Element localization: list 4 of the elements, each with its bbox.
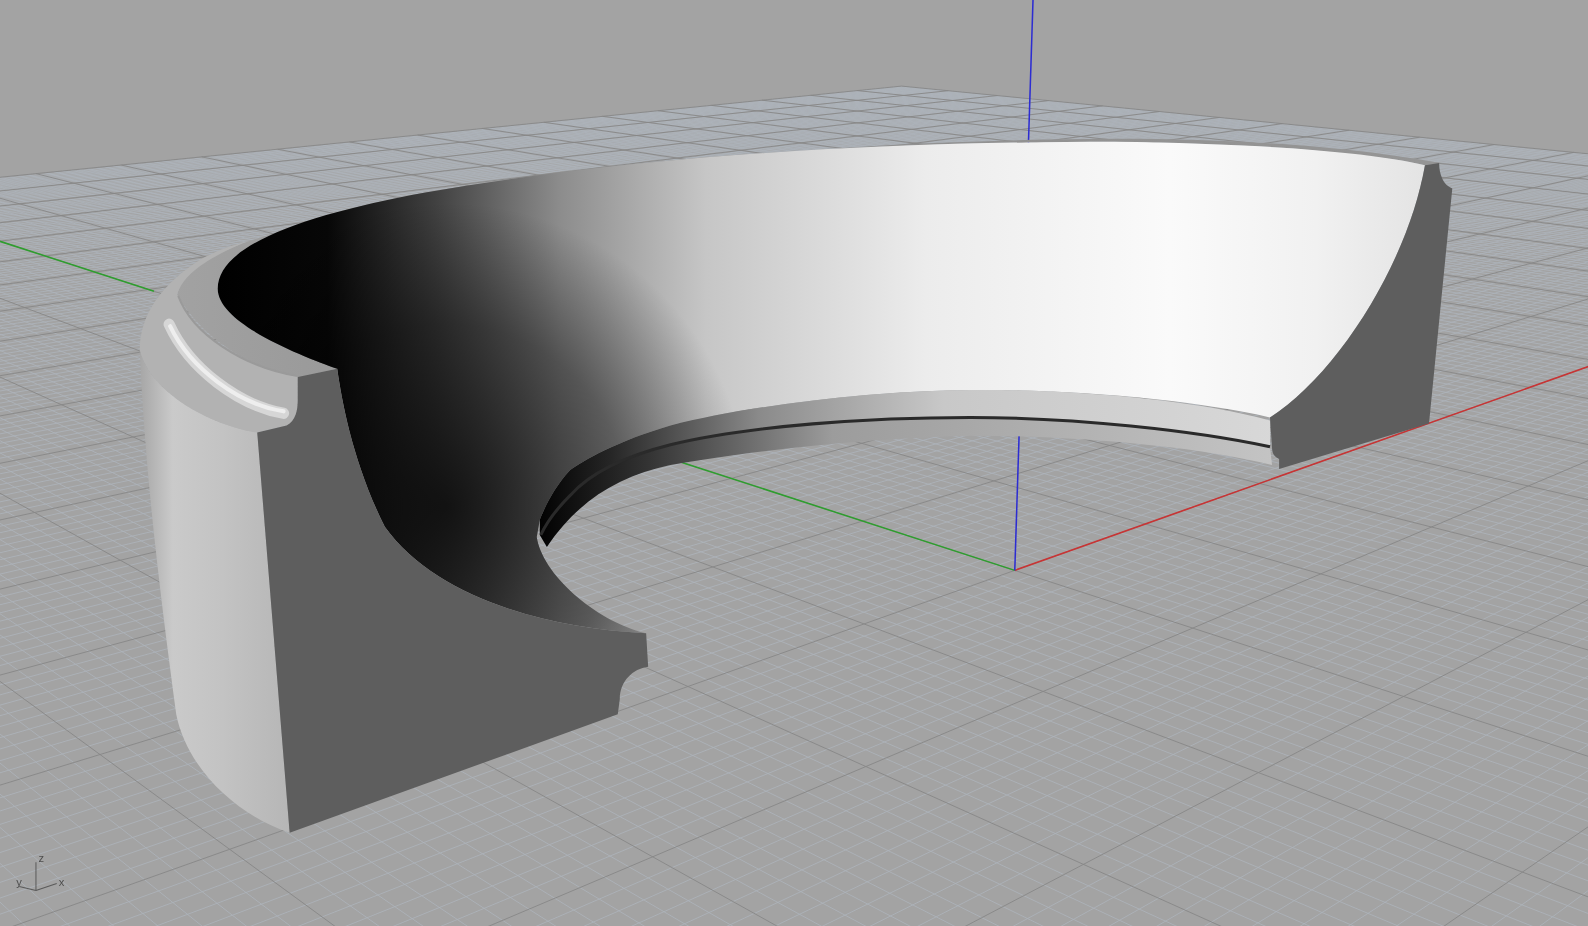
x-axis-label: x (58, 876, 65, 889)
axis-indicator-drawing (18, 861, 58, 892)
z-axis-label: z (38, 852, 45, 865)
y-axis-label: y (16, 876, 22, 889)
